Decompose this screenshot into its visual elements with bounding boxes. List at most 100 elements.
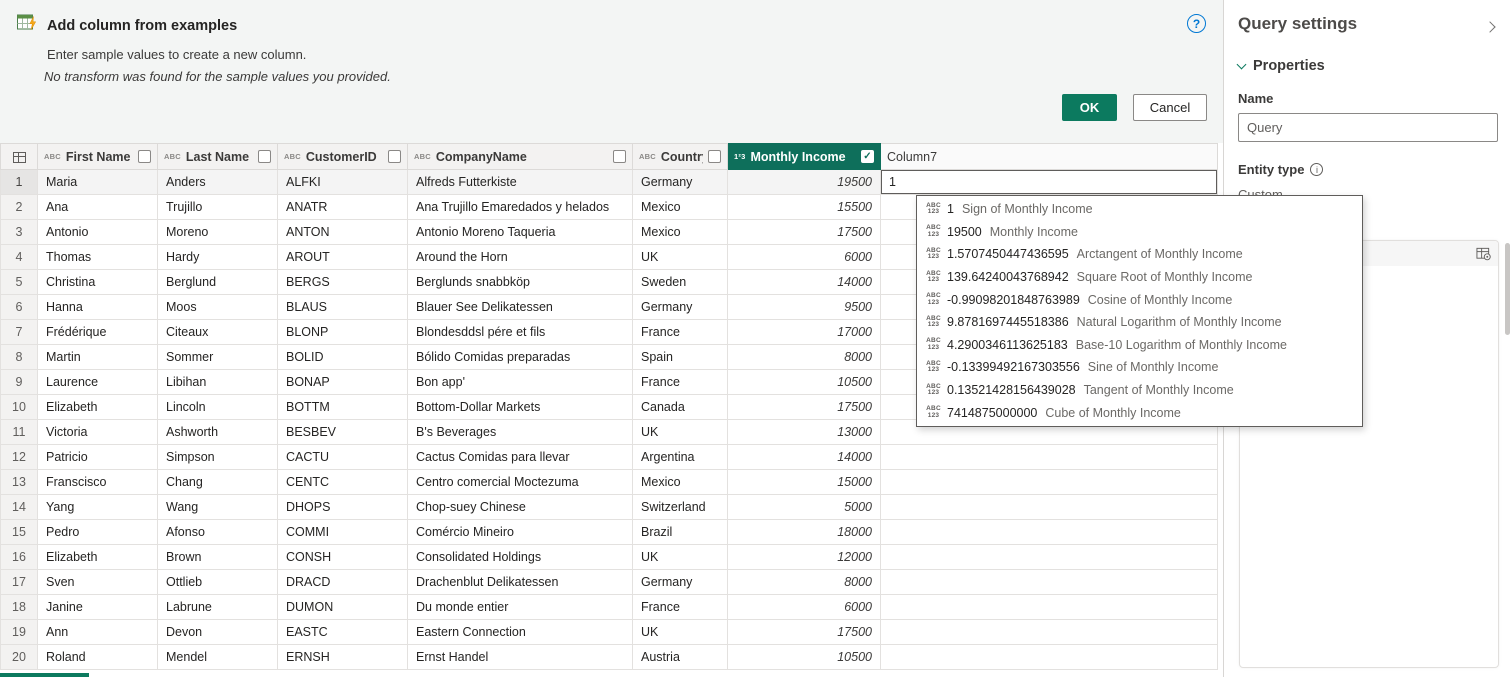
- cell[interactable]: 8000: [727, 344, 881, 370]
- cell[interactable]: EASTC: [277, 619, 408, 645]
- cell[interactable]: CENTC: [277, 469, 408, 495]
- cell[interactable]: Comércio Mineiro: [407, 519, 633, 545]
- cell[interactable]: Roland: [37, 644, 158, 670]
- cell[interactable]: Bottom-Dollar Markets: [407, 394, 633, 420]
- horizontal-scrollbar-thumb[interactable]: [0, 673, 89, 677]
- cell[interactable]: Mendel: [157, 644, 278, 670]
- new-column-cell[interactable]: [880, 544, 1218, 570]
- row-number[interactable]: 12: [0, 444, 38, 470]
- cell[interactable]: Germany: [632, 569, 728, 595]
- cell[interactable]: BESBEV: [277, 419, 408, 445]
- cell[interactable]: Austria: [632, 644, 728, 670]
- cell[interactable]: 18000: [727, 519, 881, 545]
- cell[interactable]: Elizabeth: [37, 544, 158, 570]
- cell[interactable]: Antonio: [37, 219, 158, 245]
- cell[interactable]: 9500: [727, 294, 881, 320]
- cell[interactable]: Trujillo: [157, 194, 278, 220]
- table-corner-header[interactable]: [0, 143, 38, 170]
- cell[interactable]: 8000: [727, 569, 881, 595]
- column-header-customerid[interactable]: ABC CustomerID: [277, 143, 408, 170]
- new-column-cell[interactable]: [880, 469, 1218, 495]
- column-header-country[interactable]: ABC Country: [632, 143, 728, 170]
- cell[interactable]: 10500: [727, 369, 881, 395]
- cell[interactable]: Blauer See Delikatessen: [407, 294, 633, 320]
- suggestion-item[interactable]: ABC 123 0.13521428156439028 Tangent of Mont…: [917, 379, 1362, 402]
- cell[interactable]: Drachenblut Delikatessen: [407, 569, 633, 595]
- cell[interactable]: AROUT: [277, 244, 408, 270]
- cell[interactable]: Pedro: [37, 519, 158, 545]
- cell[interactable]: 17500: [727, 219, 881, 245]
- row-number[interactable]: 20: [0, 644, 38, 670]
- cell[interactable]: Cactus Comidas para llevar: [407, 444, 633, 470]
- properties-section-header[interactable]: Properties: [1236, 58, 1498, 74]
- cell[interactable]: DUMON: [277, 594, 408, 620]
- cell[interactable]: Victoria: [37, 419, 158, 445]
- cell[interactable]: COMMI: [277, 519, 408, 545]
- cell[interactable]: Berglund: [157, 269, 278, 295]
- cell[interactable]: Yang: [37, 494, 158, 520]
- cell[interactable]: Mexico: [632, 219, 728, 245]
- cell[interactable]: 15500: [727, 194, 881, 220]
- cell[interactable]: France: [632, 594, 728, 620]
- cell[interactable]: ANTON: [277, 219, 408, 245]
- cell[interactable]: Sommer: [157, 344, 278, 370]
- cell[interactable]: Ana: [37, 194, 158, 220]
- cell[interactable]: 17500: [727, 619, 881, 645]
- row-number[interactable]: 16: [0, 544, 38, 570]
- cell[interactable]: Centro comercial Moctezuma: [407, 469, 633, 495]
- cell[interactable]: Argentina: [632, 444, 728, 470]
- new-column-cell[interactable]: [880, 494, 1218, 520]
- row-number[interactable]: 1: [0, 169, 38, 195]
- cell[interactable]: Moos: [157, 294, 278, 320]
- cell[interactable]: Laurence: [37, 369, 158, 395]
- suggestion-item[interactable]: ABC 123 9.8781697445518386 Natural Logarith…: [917, 311, 1362, 334]
- cell[interactable]: UK: [632, 544, 728, 570]
- row-number[interactable]: 13: [0, 469, 38, 495]
- cell[interactable]: 17000: [727, 319, 881, 345]
- cell[interactable]: 10500: [727, 644, 881, 670]
- cell[interactable]: 12000: [727, 544, 881, 570]
- row-number[interactable]: 18: [0, 594, 38, 620]
- column-header-column7[interactable]: Column7: [880, 143, 1218, 170]
- row-number[interactable]: 14: [0, 494, 38, 520]
- cell[interactable]: BOTTM: [277, 394, 408, 420]
- cell[interactable]: Ann: [37, 619, 158, 645]
- cell[interactable]: Switzerland: [632, 494, 728, 520]
- cell[interactable]: Lincoln: [157, 394, 278, 420]
- suggestion-item[interactable]: ABC 123 1.5707450447436595 Arctangent of Mo…: [917, 243, 1362, 266]
- suggestion-item[interactable]: ABC 123 -0.13399492167303556 Sine of Monthl…: [917, 356, 1362, 379]
- cell[interactable]: 13000: [727, 419, 881, 445]
- cell[interactable]: Germany: [632, 169, 728, 195]
- cell[interactable]: ANATR: [277, 194, 408, 220]
- cell[interactable]: Blondesddsl pére et fils: [407, 319, 633, 345]
- cell[interactable]: ALFKI: [277, 169, 408, 195]
- cell[interactable]: Alfreds Futterkiste: [407, 169, 633, 195]
- cell[interactable]: Canada: [632, 394, 728, 420]
- cell[interactable]: Franscisco: [37, 469, 158, 495]
- cell[interactable]: BERGS: [277, 269, 408, 295]
- cell[interactable]: Hardy: [157, 244, 278, 270]
- cell[interactable]: Elizabeth: [37, 394, 158, 420]
- cell[interactable]: CONSH: [277, 544, 408, 570]
- suggestion-item[interactable]: ABC 123 139.64240043768942 Square Root of M…: [917, 266, 1362, 289]
- cell[interactable]: 6000: [727, 594, 881, 620]
- cell[interactable]: Eastern Connection: [407, 619, 633, 645]
- suggestion-item[interactable]: ABC 123 4.2900346113625183 Base-10 Logarith…: [917, 334, 1362, 357]
- cell[interactable]: Spain: [632, 344, 728, 370]
- cell[interactable]: Labrune: [157, 594, 278, 620]
- cell[interactable]: Thomas: [37, 244, 158, 270]
- cell[interactable]: Citeaux: [157, 319, 278, 345]
- column-checkbox[interactable]: [388, 150, 401, 163]
- column-checkbox[interactable]: [708, 150, 721, 163]
- suggestion-item[interactable]: ABC 123 7414875000000 Cube of Monthly Incom…: [917, 401, 1362, 424]
- cell[interactable]: Frédérique: [37, 319, 158, 345]
- cell[interactable]: UK: [632, 619, 728, 645]
- cell[interactable]: Libihan: [157, 369, 278, 395]
- cell[interactable]: Patricio: [37, 444, 158, 470]
- suggestion-item[interactable]: ABC 123 1 Sign of Monthly Income: [917, 198, 1362, 221]
- new-column-cell[interactable]: [880, 644, 1218, 670]
- column-header-last-name[interactable]: ABC Last Name: [157, 143, 278, 170]
- help-icon[interactable]: ?: [1187, 14, 1206, 33]
- cell[interactable]: Hanna: [37, 294, 158, 320]
- cell[interactable]: Ernst Handel: [407, 644, 633, 670]
